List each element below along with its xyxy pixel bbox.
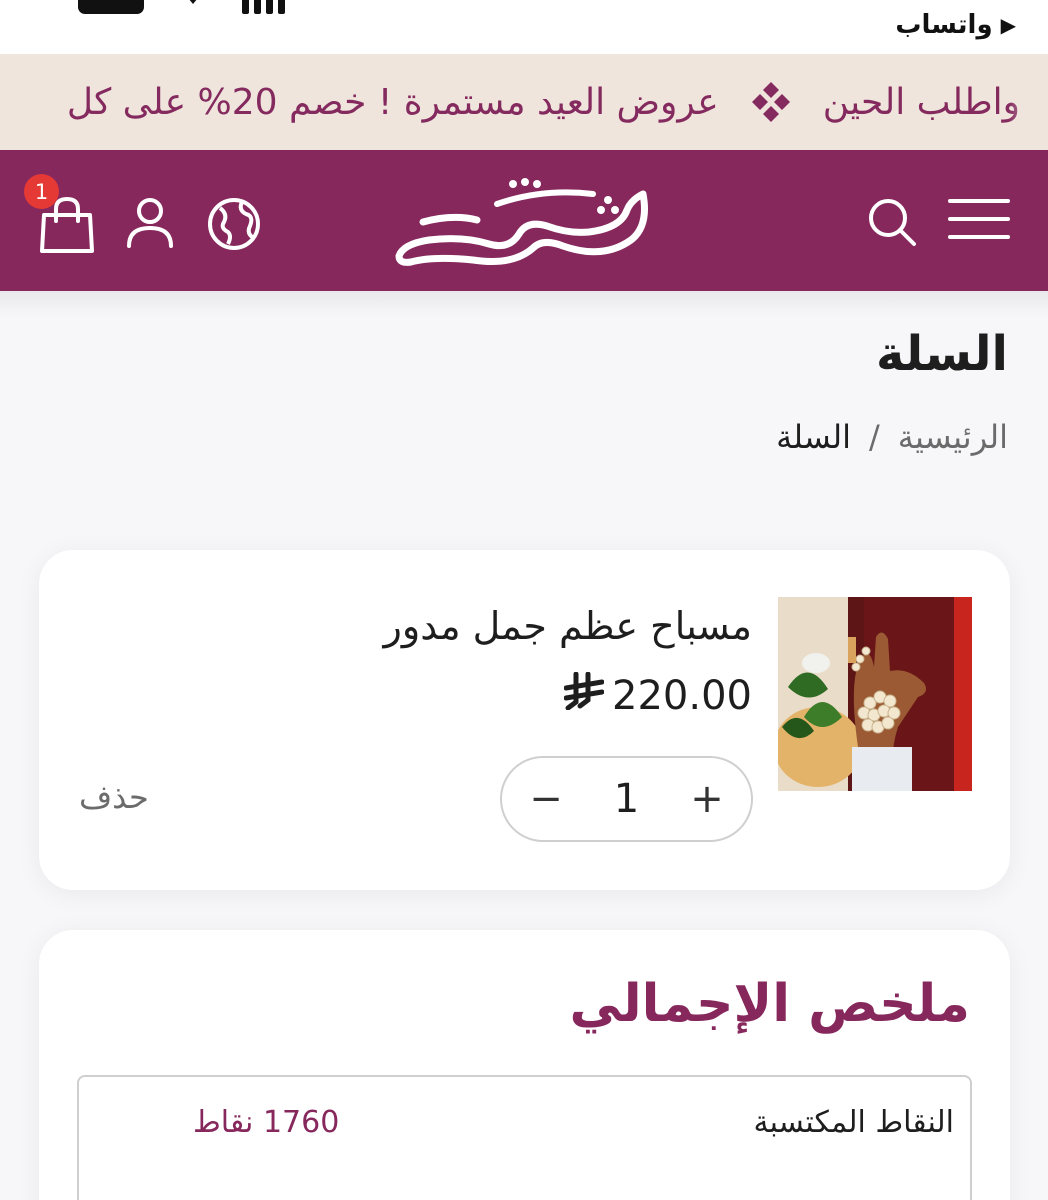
cart-count-badge: 1 bbox=[24, 174, 59, 209]
product-price-value: 220.00 bbox=[612, 673, 752, 719]
increase-quantity-button[interactable]: + bbox=[685, 776, 729, 822]
breadcrumb-home-link[interactable]: الرئيسية bbox=[898, 418, 1008, 456]
wifi-icon bbox=[189, 0, 197, 4]
product-price: 220.00 bbox=[563, 671, 752, 720]
back-app-label: واتساب bbox=[895, 10, 993, 40]
promo-message-secondary: واطلب الحين bbox=[822, 81, 1020, 123]
promo-banner: واطلب الحين عروض العيد مستمرة ! خصم 20% … bbox=[0, 54, 1048, 150]
play-arrow-icon: ▶ bbox=[1000, 13, 1016, 37]
cart-item-card: مسباح عظم جمل مدور 220.00 − 1 + حذف bbox=[39, 550, 1010, 890]
promo-track: واطلب الحين عروض العيد مستمرة ! خصم 20% … bbox=[67, 54, 1020, 150]
page-title: السلة bbox=[875, 326, 1008, 382]
search-button[interactable] bbox=[866, 196, 918, 248]
site-header: شكة 1 bbox=[0, 150, 1048, 291]
product-image[interactable] bbox=[778, 597, 972, 791]
promo-fade-right bbox=[1008, 54, 1048, 150]
breadcrumb-current: السلة bbox=[776, 418, 851, 456]
points-value: 1760 نقاط bbox=[193, 1105, 340, 1140]
promo-message: عروض العيد مستمرة ! خصم 20% على كل bbox=[66, 81, 719, 123]
menu-button[interactable] bbox=[946, 194, 1012, 244]
globe-icon bbox=[208, 198, 260, 250]
signal-icon bbox=[242, 0, 285, 14]
search-icon bbox=[869, 199, 916, 246]
user-icon bbox=[127, 198, 173, 248]
minus-icon: − bbox=[529, 776, 563, 822]
status-icons bbox=[78, 0, 285, 14]
summary-box: النقاط المكتسبة 1760 نقاط bbox=[77, 1075, 972, 1200]
status-bar: ▶ واتساب bbox=[0, 0, 1048, 54]
breadcrumb: الرئيسية / السلة bbox=[776, 418, 1008, 456]
summary-title: ملخص الإجمالي bbox=[569, 974, 971, 1034]
battery-icon bbox=[78, 0, 144, 14]
decrease-quantity-button[interactable]: − bbox=[524, 776, 568, 822]
order-summary-card: ملخص الإجمالي النقاط المكتسبة 1760 نقاط bbox=[39, 930, 1010, 1200]
brand-logo[interactable]: شكة bbox=[393, 174, 659, 270]
back-to-app-link[interactable]: ▶ واتساب bbox=[895, 10, 1016, 40]
delete-item-button[interactable]: حذف bbox=[79, 778, 149, 816]
points-label: النقاط المكتسبة bbox=[753, 1105, 954, 1140]
promo-fade-left bbox=[0, 54, 40, 150]
plus-icon: + bbox=[690, 776, 724, 822]
menu-icon bbox=[948, 199, 1010, 239]
header-shadow bbox=[0, 291, 1048, 317]
product-photo bbox=[778, 597, 972, 791]
brand-logo-mark bbox=[395, 178, 648, 266]
saudi-riyal-icon bbox=[563, 671, 605, 720]
quantity-stepper[interactable]: − 1 + bbox=[500, 756, 753, 842]
quantity-value: 1 bbox=[613, 776, 640, 822]
product-name[interactable]: مسباح عظم جمل مدور bbox=[384, 604, 752, 648]
breadcrumb-separator: / bbox=[869, 418, 880, 456]
diamond-cluster-icon bbox=[749, 80, 793, 124]
language-button[interactable] bbox=[206, 196, 262, 252]
account-button[interactable] bbox=[124, 196, 176, 250]
